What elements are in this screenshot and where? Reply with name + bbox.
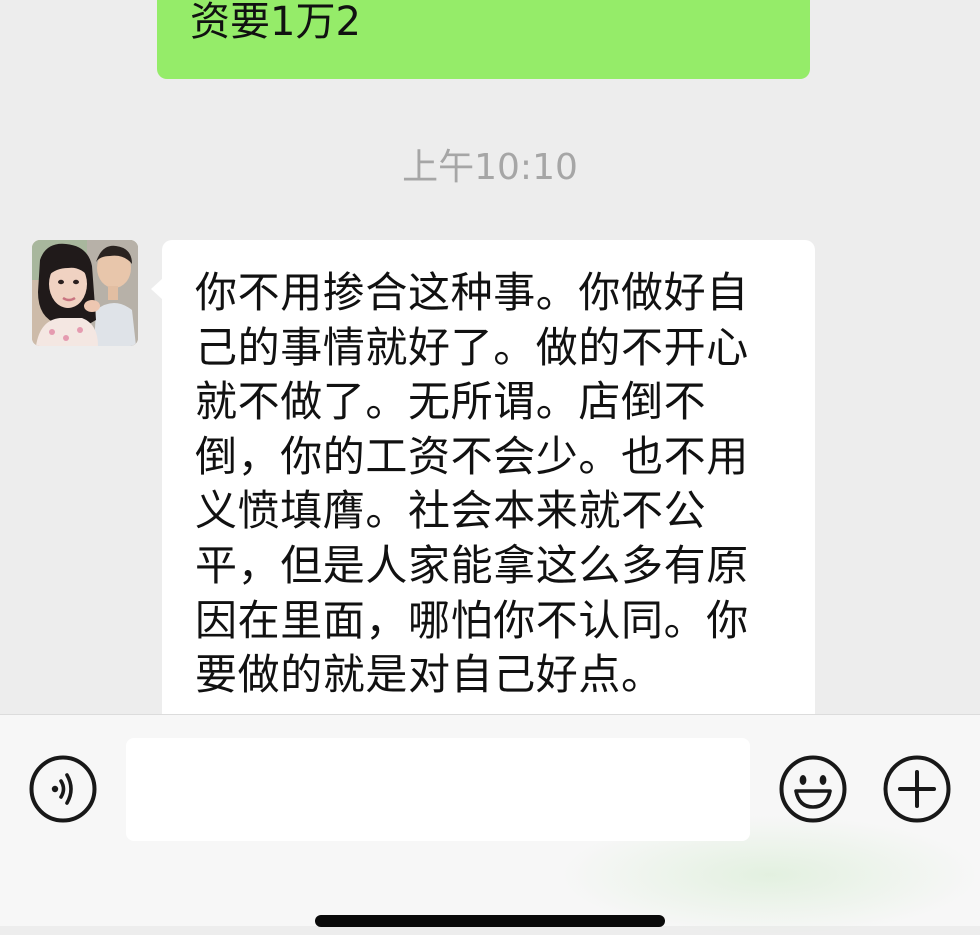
emoji-button[interactable] (779, 755, 847, 823)
more-options-button[interactable] (883, 755, 951, 823)
message-input[interactable] (126, 738, 750, 841)
received-message-text: 你不用掺合这种事。你做好自己的事情就好了。做的不开心就不做了。无所谓。店倒不倒，… (195, 268, 749, 700)
chat-area[interactable]: 资要1万2 上午10:10 你不用掺合这种事。你做好自己的事情就好了。做的不开心… (0, 0, 980, 714)
emoji-icon (779, 755, 847, 823)
message-timestamp: 上午10:10 (402, 147, 578, 188)
voice-button[interactable] (29, 755, 97, 823)
plus-icon (883, 755, 951, 823)
input-bar (0, 714, 980, 935)
voice-icon (29, 755, 97, 823)
sent-message-bubble[interactable]: 资要1万2 (157, 0, 810, 79)
home-indicator (315, 915, 665, 927)
avatar-photo (32, 240, 138, 346)
received-message-bubble[interactable]: 你不用掺合这种事。你做好自己的事情就好了。做的不开心就不做了。无所谓。店倒不倒，… (151, 240, 815, 714)
contact-avatar[interactable] (32, 240, 138, 346)
sent-message-text: 资要1万2 (190, 0, 361, 45)
